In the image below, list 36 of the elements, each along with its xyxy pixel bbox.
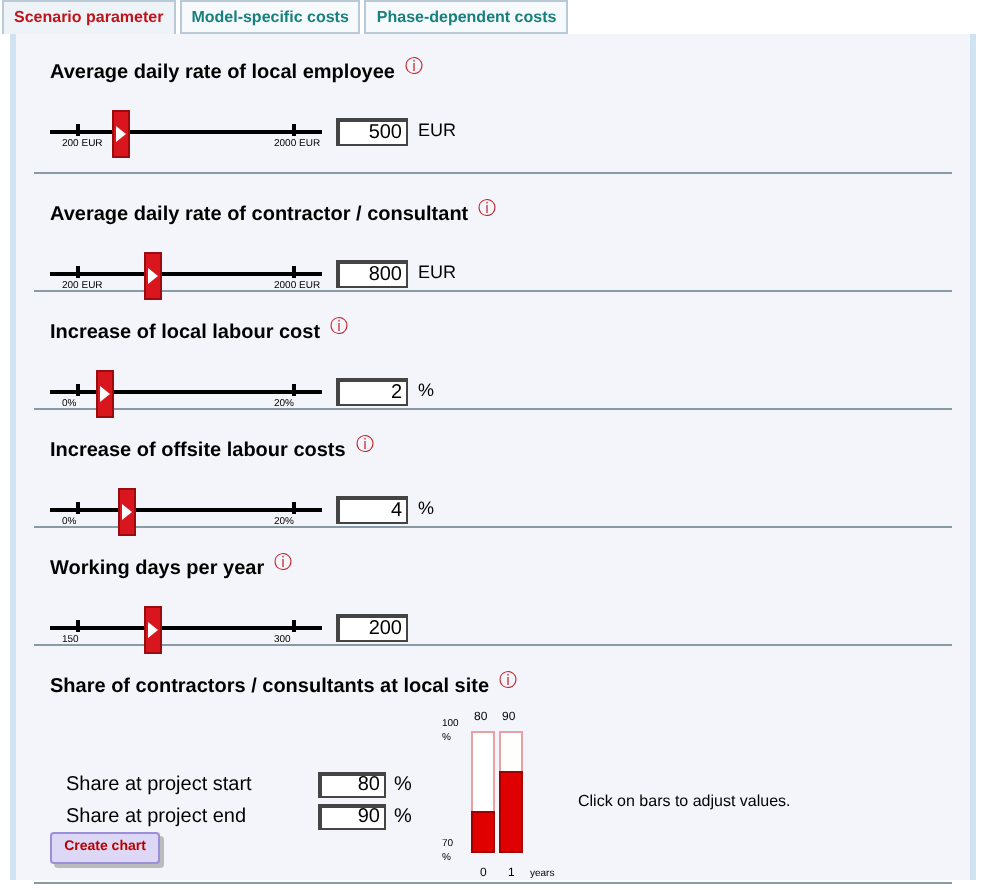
slider-thumb[interactable] [112, 110, 131, 158]
info-icon[interactable]: ⓘ [404, 58, 423, 76]
number-field[interactable]: 2 [336, 378, 408, 406]
unit-label: % [418, 496, 435, 523]
field-label: Share at project end [66, 803, 249, 831]
section-title: Average daily rate of local employee [50, 60, 395, 88]
section-title: Share of contractors / consultants at local site [50, 674, 490, 702]
unit-label: % [394, 771, 412, 799]
unit-label: % [394, 803, 412, 831]
tab[interactable]: Scenario parameter [2, 0, 176, 34]
slider-thumb[interactable] [144, 252, 162, 300]
hint-text: Click on bars to adjust values. [578, 790, 791, 810]
unit-label: EUR [418, 118, 457, 145]
slider-thumb[interactable] [96, 370, 115, 418]
tab[interactable]: Phase-dependent costs [364, 0, 569, 34]
slider-thumb[interactable] [118, 488, 137, 536]
slider-thumb[interactable] [144, 606, 162, 654]
unit-label: % [418, 378, 435, 405]
number-field[interactable]: 800 [336, 260, 408, 288]
number-field[interactable]: 4 [336, 496, 408, 524]
info-icon[interactable]: ⓘ [499, 672, 518, 690]
number-field[interactable]: 500 [336, 118, 408, 146]
field-label: Share at project start [66, 771, 254, 799]
number-field[interactable]: 200 [336, 614, 408, 642]
info-icon[interactable]: ⓘ [478, 200, 497, 218]
section-title: Increase of local labour cost [50, 320, 321, 348]
info-icon[interactable]: ⓘ [274, 554, 293, 572]
section-title: Average daily rate of contractor / consultant [50, 202, 469, 230]
info-icon[interactable]: ⓘ [355, 436, 374, 454]
percent-field[interactable]: 80 [318, 771, 386, 797]
unit-label: EUR [418, 260, 457, 287]
info-icon[interactable]: ⓘ [330, 318, 349, 336]
tab[interactable]: Model-specific costs [179, 0, 361, 34]
section-title: Increase of offsite labour costs [50, 438, 346, 466]
section-title: Working days per year [50, 556, 265, 584]
percent-field[interactable]: 90 [318, 803, 386, 829]
